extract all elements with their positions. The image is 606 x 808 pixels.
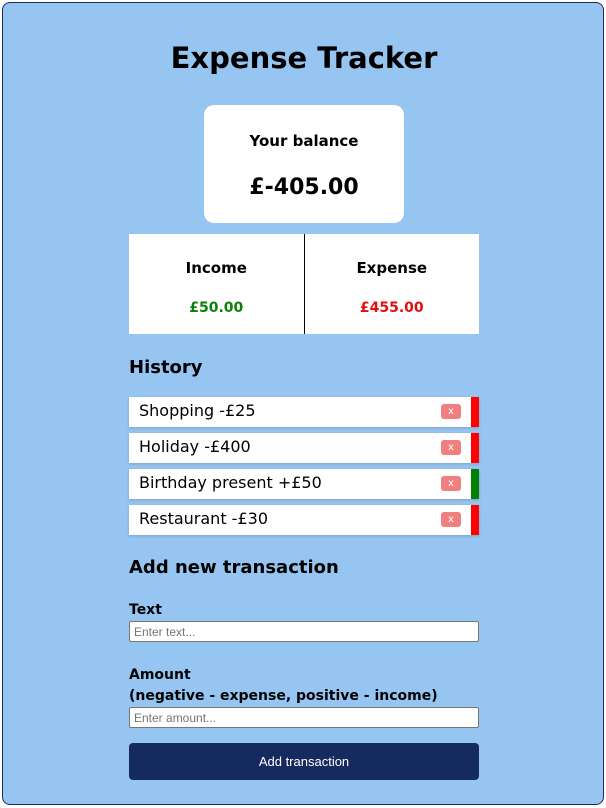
balance-value: £-405.00 [249,175,359,200]
expense-marker [471,397,479,427]
balance-card: Your balance £-405.00 [204,105,404,223]
text-field-label: Text [129,602,162,618]
income-marker [471,469,479,499]
delete-button[interactable]: x [441,440,461,455]
text-input[interactable] [129,621,479,642]
history-item-text: Birthday present +£50 [139,473,322,492]
expense-column: Expense £455.00 [303,234,480,334]
balance-label: Your balance [249,132,359,150]
income-expense-card: Income £50.00 Expense £455.00 [129,234,479,334]
amount-label-hint: (negative - expense, positive - income) [129,688,438,704]
close-icon: x [448,478,454,489]
history-heading: History [129,357,203,378]
amount-label-title: Amount [129,667,191,683]
app-container: Expense Tracker Your balance £-405.00 In… [2,2,604,805]
amount-input[interactable] [129,707,479,728]
close-icon: x [448,406,454,417]
history-item-restaurant: Restaurant -£30 x [129,505,479,535]
delete-button[interactable]: x [441,404,461,419]
history-item-text: Holiday -£400 [139,437,251,456]
history-item-holiday: Holiday -£400 x [129,433,479,463]
income-column: Income £50.00 [129,234,304,334]
expense-value: £455.00 [359,300,424,316]
history-list: Shopping -£25 x Holiday -£400 x Birthday… [129,397,479,541]
delete-button[interactable]: x [441,512,461,527]
add-transaction-button[interactable]: Add transaction [129,743,479,780]
history-item-text: Restaurant -£30 [139,509,268,528]
page-title: Expense Tracker [170,41,438,75]
expense-label: Expense [356,259,428,277]
expense-marker [471,505,479,535]
close-icon: x [448,442,454,453]
amount-field-label: Amount (negative - expense, positive - i… [129,665,438,707]
add-transaction-heading: Add new transaction [129,557,339,578]
history-item-text: Shopping -£25 [139,401,256,420]
history-item-shopping: Shopping -£25 x [129,397,479,427]
income-value: £50.00 [189,300,244,316]
expense-marker [471,433,479,463]
income-label: Income [185,259,247,277]
delete-button[interactable]: x [441,476,461,491]
close-icon: x [448,514,454,525]
history-item-birthday-present: Birthday present +£50 x [129,469,479,499]
